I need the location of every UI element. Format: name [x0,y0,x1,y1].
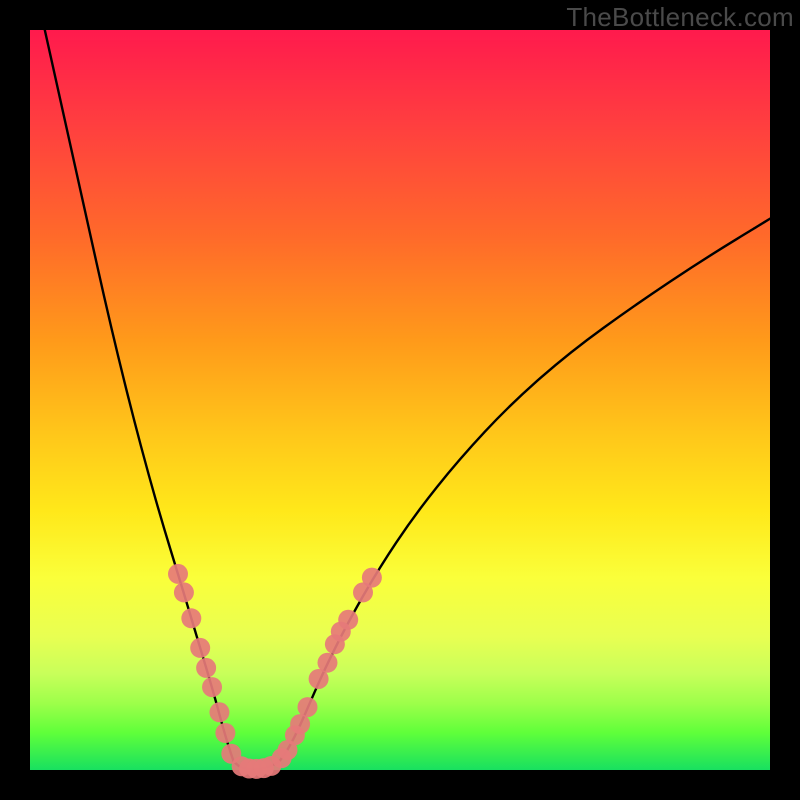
bead-marker [190,638,210,658]
watermark-text: TheBottleneck.com [566,2,794,33]
bead-marker [338,610,358,630]
chart-frame: TheBottleneck.com [0,0,800,800]
curve-lines [45,30,770,769]
bead-marker [290,714,310,734]
main-curve [45,30,770,769]
bead-marker [362,568,382,588]
bead-marker [209,702,229,722]
bead-marker [202,677,222,697]
chart-overlay [0,0,800,800]
bead-marker [181,608,201,628]
bead-markers [168,564,382,779]
bead-marker [298,697,318,717]
bead-marker [215,723,235,743]
bead-marker [317,653,337,673]
bead-marker [168,564,188,584]
bead-marker [196,658,216,678]
bead-marker [174,582,194,602]
